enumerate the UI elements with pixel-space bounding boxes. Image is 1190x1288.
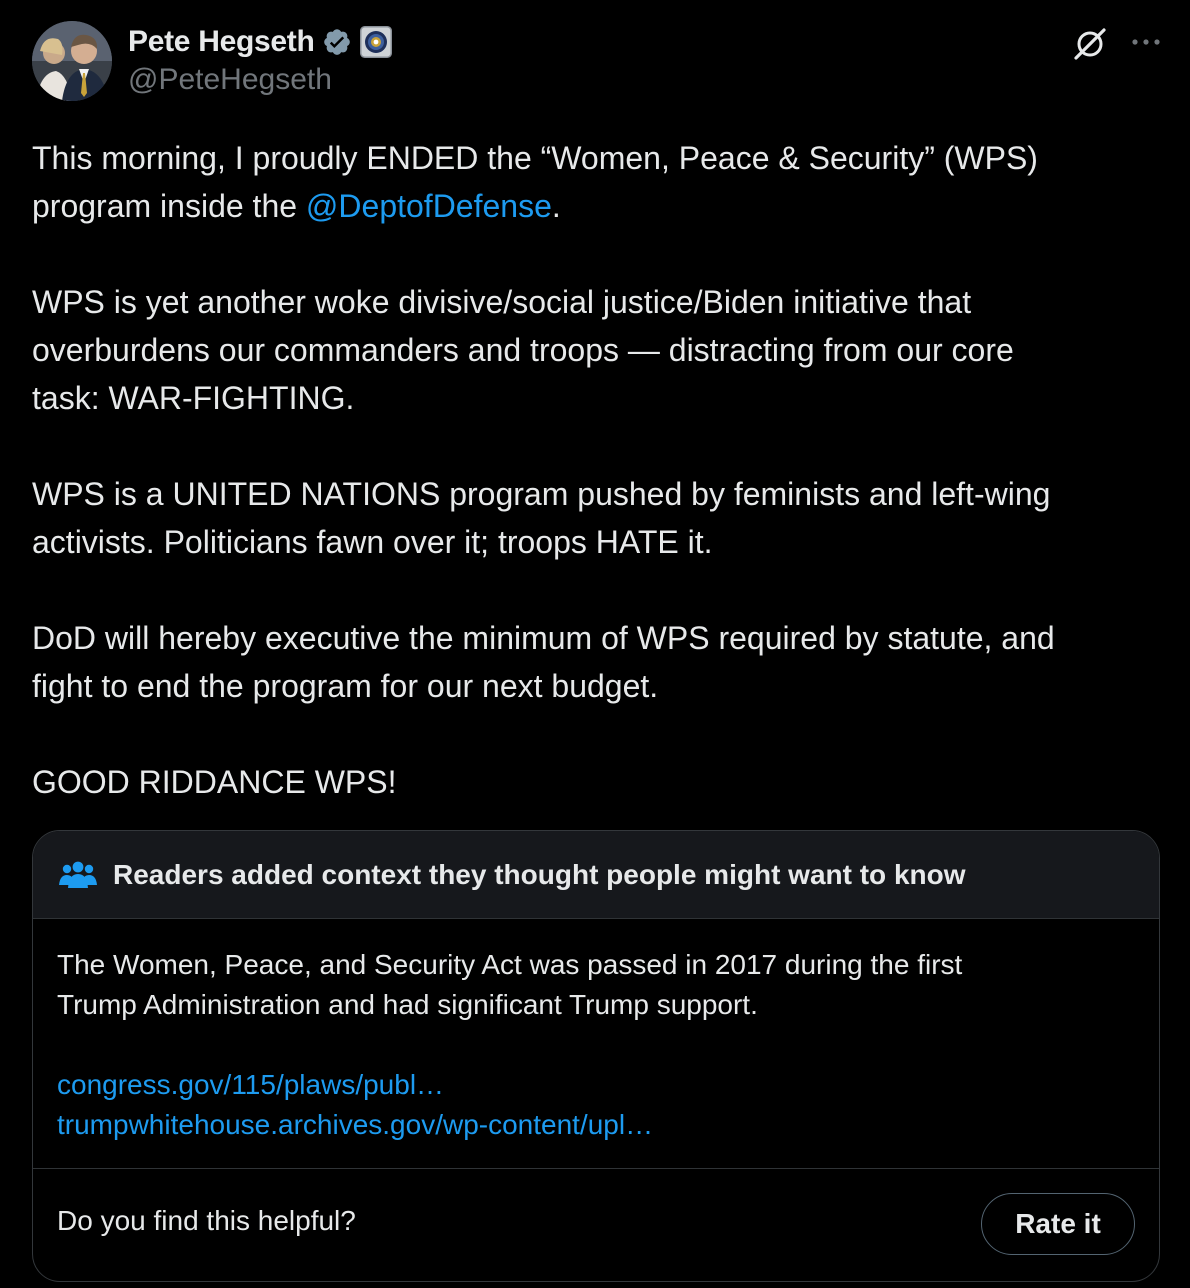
community-note-text-line: Trump Administration and had significant…: [57, 989, 758, 1020]
tweet-text: This morning, I proudly ENDED the “Women…: [32, 134, 1162, 806]
author-display-name[interactable]: Pete Hegseth: [128, 25, 315, 59]
helpful-question: Do you find this helpful?: [57, 1205, 356, 1236]
community-note-text-line: The Women, Peace, and Security Act was p…: [57, 949, 963, 980]
grok-icon[interactable]: [1070, 24, 1110, 64]
tweet-line: This morning, I proudly ENDED the “Women…: [32, 140, 1038, 176]
tweet-paragraph-4: DoD will hereby executive the minimum of…: [32, 614, 1162, 710]
tweet-paragraph-3: WPS is a UNITED NATIONS program pushed b…: [32, 470, 1162, 566]
tweet-line: overburdens our commanders and troops — …: [32, 332, 1014, 368]
mention-link-deptofdefense[interactable]: @DeptofDefense: [306, 188, 552, 224]
source-link-trumpwhitehouse[interactable]: trumpwhitehouse.archives.gov/wp-content/…: [57, 1105, 1135, 1145]
author-name-row: Pete Hegseth: [128, 22, 393, 62]
tweet-line: WPS is yet another woke divisive/social …: [32, 284, 972, 320]
tweet-line: GOOD RIDDANCE WPS!: [32, 764, 397, 800]
community-note: Readers added context they thought peopl…: [32, 830, 1160, 1282]
community-note-title: Readers added context they thought peopl…: [113, 858, 966, 890]
tweet-paragraph-5: GOOD RIDDANCE WPS!: [32, 758, 1162, 806]
tweet-line: WPS is a UNITED NATIONS program pushed b…: [32, 476, 1051, 512]
tweet-line: task: WAR-FIGHTING.: [32, 380, 355, 416]
tweet-line: .: [551, 188, 561, 224]
tweet-line: activists. Politicians fawn over it; tro…: [32, 524, 713, 560]
tweet-line: program inside the: [32, 188, 306, 224]
verified-badge-icon: [322, 27, 352, 57]
source-link-congress[interactable]: congress.gov/115/plaws/publ…: [57, 1065, 1135, 1105]
community-note-footer: Do you find this helpful? Rate it: [33, 1169, 1159, 1281]
tweet-paragraph-2: WPS is yet another woke divisive/social …: [32, 278, 1162, 422]
community-notes-people-icon: [59, 860, 97, 890]
rate-it-button[interactable]: Rate it: [981, 1193, 1135, 1255]
author-handle[interactable]: @PeteHegseth: [128, 63, 332, 97]
community-note-header: Readers added context they thought peopl…: [33, 831, 1159, 919]
community-note-links: congress.gov/115/plaws/publ… trumpwhiteh…: [57, 1065, 1135, 1145]
community-note-body: The Women, Peace, and Security Act was p…: [33, 919, 1159, 1169]
tweet-line: DoD will hereby executive the minimum of…: [32, 620, 1055, 656]
dod-seal-icon[interactable]: [360, 26, 393, 58]
tweet-line: fight to end the program for our next bu…: [32, 668, 659, 704]
author-avatar[interactable]: [32, 21, 112, 101]
avatar-photo: [32, 21, 112, 101]
tweet-paragraph-1: This morning, I proudly ENDED the “Women…: [32, 134, 1162, 230]
more-options-icon[interactable]: [1126, 24, 1166, 64]
